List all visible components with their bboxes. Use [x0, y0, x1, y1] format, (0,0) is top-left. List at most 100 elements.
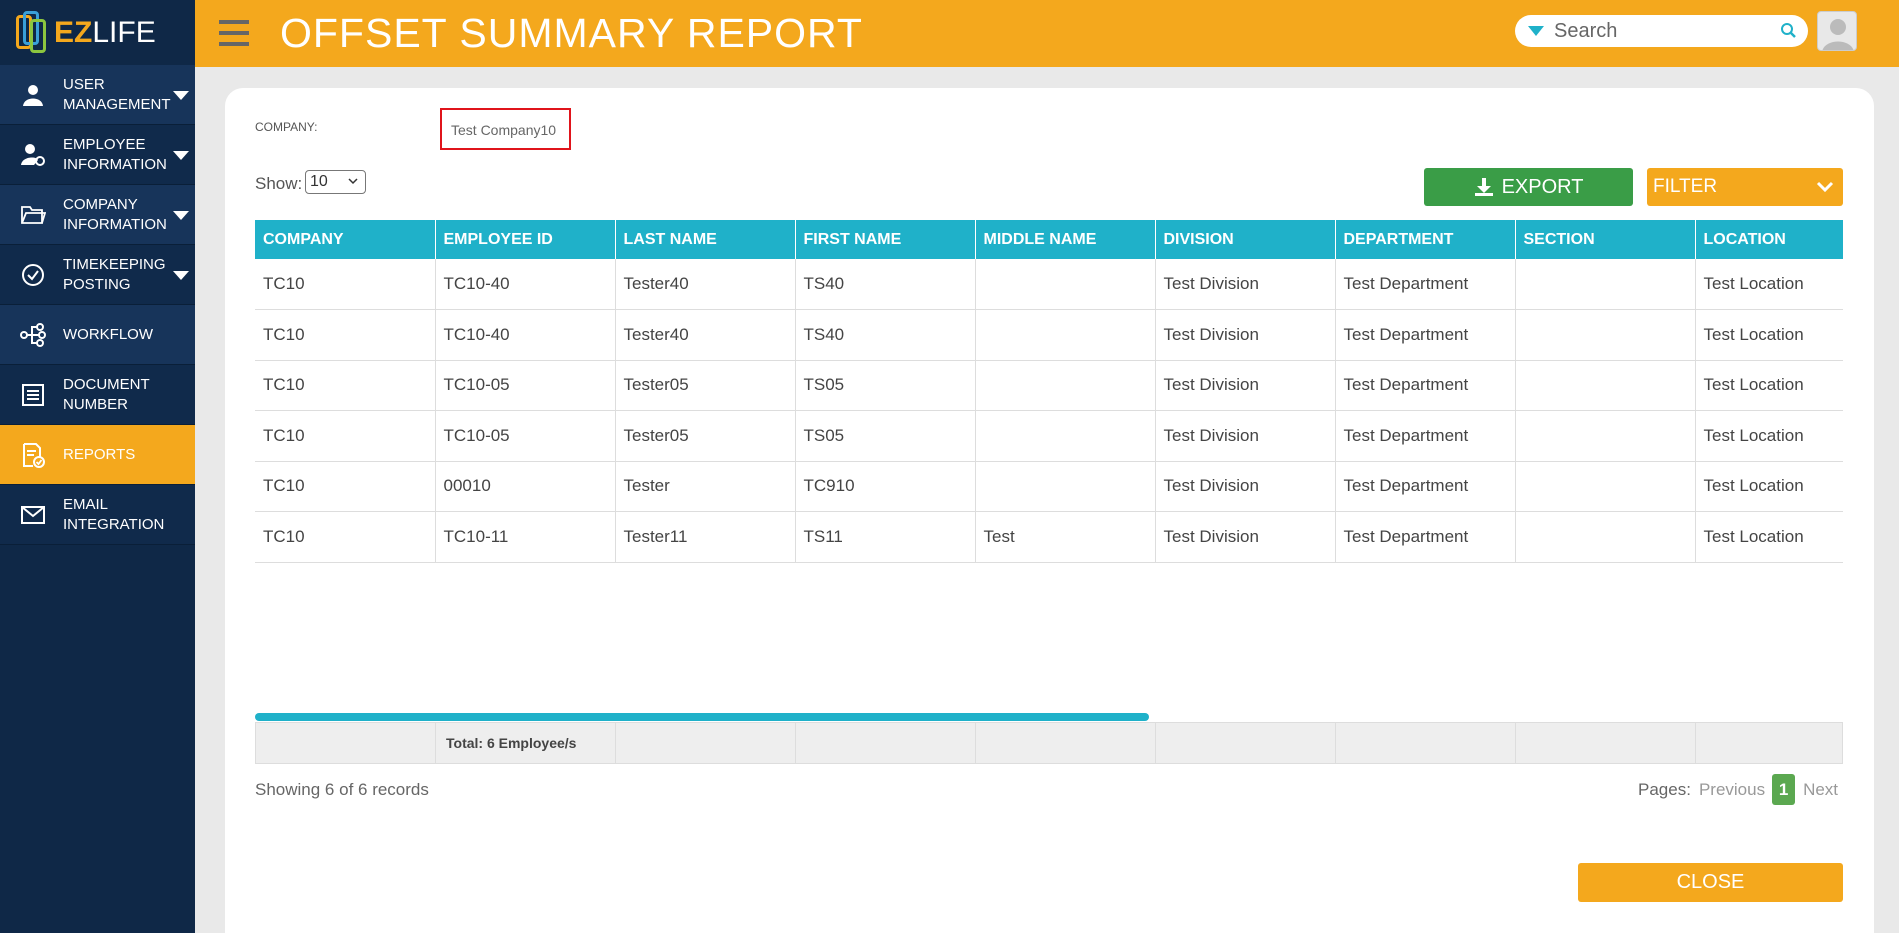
close-button[interactable]: CLOSE	[1578, 863, 1843, 902]
table-cell	[975, 461, 1156, 512]
table-cell: Test Division	[1155, 259, 1336, 310]
horizontal-scrollbar[interactable]	[255, 713, 1149, 721]
table-row[interactable]: TC10 TC10-40 Tester40 TS40 Test Division Test…	[255, 309, 1843, 361]
page-1-button[interactable]: 1	[1772, 774, 1796, 805]
table-cell: TC10	[255, 259, 436, 310]
table-cell: TC10-40	[435, 259, 616, 310]
table-cell: Tester	[615, 461, 796, 512]
sidebar: EZLIFE USER MANAGEMENT EMPLOYEE INFORMATI…	[0, 0, 195, 933]
table-cell: Test Department	[1335, 309, 1516, 361]
table-cell: TS40	[795, 309, 976, 361]
table-row[interactable]: TC10 TC10-05 Tester05 TS05 Test Division Test…	[255, 360, 1843, 411]
sidebar-item-timekeeping-posting[interactable]: TIMEKEEPING POSTING	[0, 245, 195, 305]
table-cell: Test	[975, 511, 1156, 563]
sidebar-item-reports[interactable]: REPORTS	[0, 425, 195, 485]
column-header[interactable]: SECTION	[1515, 220, 1696, 259]
sidebar-nav: USER MANAGEMENT EMPLOYEE INFORMATION COMPA…	[0, 65, 195, 545]
document-list-icon	[20, 382, 46, 408]
show-label: Show:	[255, 174, 303, 193]
sidebar-item-label: EMPLOYEE INFORMATION	[63, 135, 167, 173]
logo-icon	[14, 9, 48, 57]
table-cell: TC10	[255, 461, 436, 512]
next-page-link[interactable]: Next	[1803, 780, 1838, 800]
sidebar-item-label: USER MANAGEMENT	[63, 75, 171, 113]
sidebar-item-email-integration[interactable]: EMAIL INTEGRATION	[0, 485, 195, 545]
table-cell: Test Location	[1695, 511, 1843, 563]
page-size-value: 10	[310, 173, 328, 190]
folder-icon	[20, 202, 46, 228]
filter-button[interactable]: FILTER	[1647, 168, 1843, 206]
table-cell: TC10-05	[435, 360, 616, 411]
table-cell: TS05	[795, 410, 976, 462]
column-header[interactable]: COMPANY	[255, 220, 436, 259]
table-cell: Test Department	[1335, 259, 1516, 310]
column-header[interactable]: DEPARTMENT	[1335, 220, 1516, 259]
table-cell: Test Division	[1155, 461, 1336, 512]
company-value: Test Company10	[440, 108, 571, 150]
table-cell: Test Location	[1695, 461, 1843, 512]
user-icon	[20, 82, 46, 108]
column-header[interactable]: EMPLOYEE ID	[435, 220, 616, 259]
table-cell: TC10-40	[435, 309, 616, 361]
search-bar	[1515, 15, 1808, 47]
export-button[interactable]: EXPORT	[1424, 168, 1633, 206]
sidebar-item-workflow[interactable]: WORKFLOW	[0, 305, 195, 365]
table-cell	[1515, 511, 1696, 563]
caret-down-icon[interactable]	[173, 271, 189, 280]
search-input[interactable]	[1554, 19, 1769, 43]
table-row[interactable]: TC10 00010 Tester TC910 Test Division Test De…	[255, 461, 1843, 512]
table-cell: TC10-11	[435, 511, 616, 563]
table-cell: Test Division	[1155, 360, 1336, 411]
column-header[interactable]: FIRST NAME	[795, 220, 976, 259]
search-icon[interactable]	[1780, 22, 1796, 38]
user-gear-icon	[20, 142, 46, 168]
caret-down-icon[interactable]	[173, 211, 189, 220]
column-header[interactable]: DIVISION	[1155, 220, 1336, 259]
table-header-row: COMPANY EMPLOYEE ID LAST NAME FIRST NAME MID…	[255, 220, 1843, 259]
table-cell: Test Division	[1155, 410, 1336, 462]
table-cell: Test Division	[1155, 309, 1336, 361]
caret-down-icon[interactable]	[173, 151, 189, 160]
table-row[interactable]: TC10 TC10-05 Tester05 TS05 Test Division Test…	[255, 410, 1843, 462]
table-cell: TC10	[255, 309, 436, 361]
sidebar-item-user-management[interactable]: USER MANAGEMENT	[0, 65, 195, 125]
hamburger-menu-icon[interactable]	[219, 20, 249, 46]
sidebar-item-label: DOCUMENT NUMBER	[63, 375, 150, 413]
table-cell	[1515, 461, 1696, 512]
search-dropdown-icon[interactable]	[1528, 26, 1544, 36]
total-employees: Total: 6 Employee/s	[436, 723, 616, 763]
table-cell: Test Department	[1335, 461, 1516, 512]
page-size-select[interactable]: 10	[305, 170, 366, 194]
previous-page-link[interactable]: Previous	[1699, 780, 1765, 800]
table-cell: Test Department	[1335, 360, 1516, 411]
report-card: COMPANY: Test Company10 Show: 10 EXPORT …	[225, 88, 1874, 933]
sidebar-item-employee-information[interactable]: EMPLOYEE INFORMATION	[0, 125, 195, 185]
download-icon	[1474, 178, 1493, 196]
app-logo[interactable]: EZLIFE	[0, 0, 195, 65]
table-cell: Tester40	[615, 309, 796, 361]
table-cell: 00010	[435, 461, 616, 512]
table-cell	[975, 259, 1156, 310]
avatar[interactable]	[1817, 11, 1857, 51]
table-row[interactable]: TC10 TC10-40 Tester40 TS40 Test Division Test…	[255, 259, 1843, 310]
page-title: OFFSET SUMMARY REPORT	[280, 10, 863, 56]
column-header[interactable]: LAST NAME	[615, 220, 796, 259]
sidebar-item-label: EMAIL INTEGRATION	[63, 495, 165, 533]
column-header[interactable]: LOCATION	[1695, 220, 1843, 259]
table-row[interactable]: TC10 TC10-11 Tester11 TS11 Test Test Division…	[255, 511, 1843, 563]
table-cell	[975, 309, 1156, 361]
sidebar-item-company-information[interactable]: COMPANY INFORMATION	[0, 185, 195, 245]
table-cell	[1515, 309, 1696, 361]
table-cell: TS40	[795, 259, 976, 310]
top-header: OFFSET SUMMARY REPORT	[195, 0, 1899, 67]
table-body: TC10 TC10-40 Tester40 TS40 Test Division Test…	[255, 259, 1843, 563]
sidebar-item-document-number[interactable]: DOCUMENT NUMBER	[0, 365, 195, 425]
caret-down-icon[interactable]	[173, 91, 189, 100]
chevron-down-icon	[1816, 181, 1834, 193]
table-cell	[1515, 360, 1696, 411]
table-cell: Tester05	[615, 360, 796, 411]
column-header[interactable]: MIDDLE NAME	[975, 220, 1156, 259]
export-label: EXPORT	[1501, 175, 1584, 198]
table-cell	[975, 410, 1156, 462]
sidebar-item-label: COMPANY INFORMATION	[63, 195, 167, 233]
